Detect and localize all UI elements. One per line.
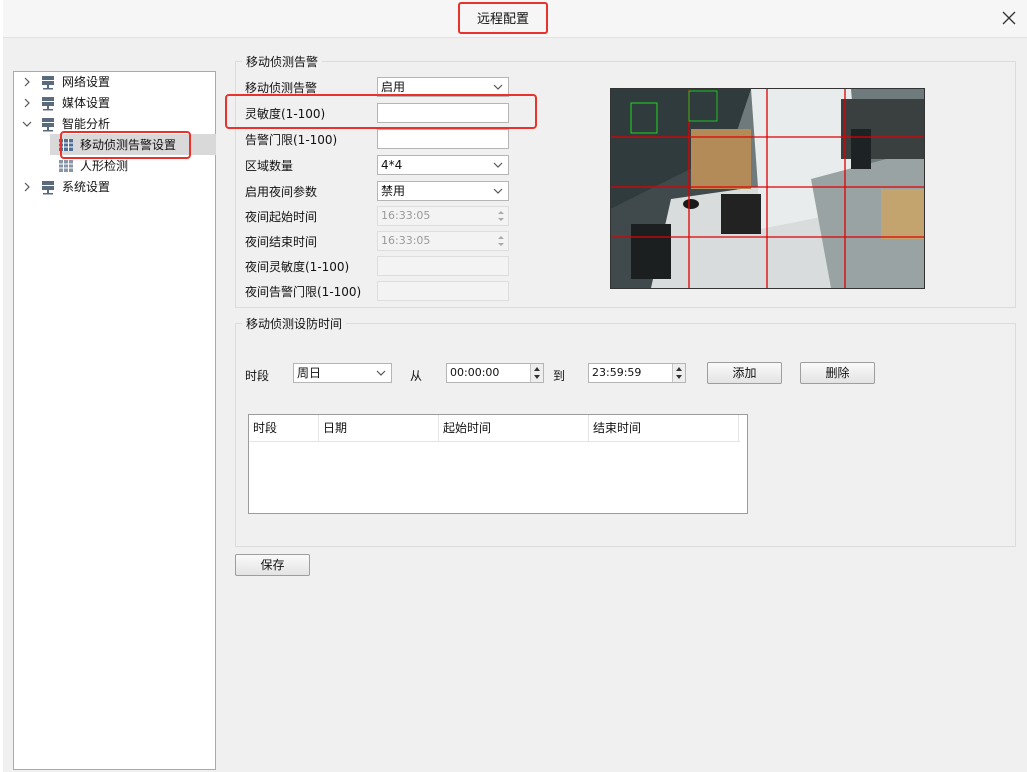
chevron-right-icon[interactable] xyxy=(20,75,34,89)
chevron-down-icon xyxy=(493,188,503,194)
spinner-arrows-icon xyxy=(676,367,682,379)
chevron-right-icon[interactable] xyxy=(20,96,34,110)
select-value: 启用 xyxy=(381,80,406,94)
annotation-highlight-box xyxy=(60,131,191,159)
add-button[interactable]: 添加 xyxy=(707,362,782,384)
select-value: 4*4 xyxy=(381,158,403,172)
chevron-down-icon[interactable] xyxy=(20,117,34,131)
tree-item-human-detection[interactable]: 人形检测 xyxy=(58,156,128,176)
tree-label: 系统设置 xyxy=(62,180,111,194)
spinner-arrows-icon xyxy=(498,236,504,246)
select-value: 周日 xyxy=(297,366,322,380)
settings-tree: 网络设置 媒体设置 智能分析 移动侦测告警设置 人形检测 系统设置 xyxy=(13,71,216,770)
column-header-date[interactable]: 日期 xyxy=(319,415,439,441)
night-threshold-label: 夜间告警门限(1-100) xyxy=(245,285,362,299)
region-count-select[interactable]: 4*4 xyxy=(377,155,509,175)
server-icon xyxy=(40,116,56,132)
night-end-time[interactable]: 16:33:05 xyxy=(377,231,509,251)
night-enable-label: 启用夜间参数 xyxy=(245,185,318,199)
group-title: 移动侦测告警 xyxy=(242,53,323,70)
annotation-highlight-box xyxy=(225,94,537,129)
tree-label: 媒体设置 xyxy=(62,96,111,110)
from-label: 从 xyxy=(410,369,423,383)
region-grid-overlay xyxy=(611,89,924,288)
time-value: 23:59:59 xyxy=(592,366,642,379)
chevron-right-icon[interactable] xyxy=(20,180,34,194)
group-title: 移动侦测设防时间 xyxy=(242,315,347,332)
spinner-arrows-icon xyxy=(534,367,540,379)
column-header-period[interactable]: 时段 xyxy=(249,415,319,441)
tree-item-media[interactable]: 媒体设置 xyxy=(20,93,110,113)
night-enable-select[interactable]: 禁用 xyxy=(377,181,509,201)
camera-preview[interactable] xyxy=(610,88,925,289)
time-value: 00:00:00 xyxy=(450,366,500,379)
tree-item-system[interactable]: 系统设置 xyxy=(20,177,110,197)
select-value: 禁用 xyxy=(381,184,406,198)
title-bar: 远程配置 xyxy=(3,0,1027,38)
to-time-input[interactable]: 23:59:59 xyxy=(588,363,686,383)
remote-config-window: 远程配置 网络设置 媒体设置 智能分析 移动侦测告警设置 人形检测 系统设置 移… xyxy=(3,0,1027,772)
tree-label: 人形检测 xyxy=(80,159,129,173)
close-icon xyxy=(1002,11,1016,25)
night-sensitivity-label: 夜间灵敏度(1-100) xyxy=(245,260,350,274)
server-icon xyxy=(40,179,56,195)
from-time-input[interactable]: 00:00:00 xyxy=(446,363,544,383)
spinner[interactable] xyxy=(672,364,685,382)
to-label: 到 xyxy=(553,369,566,383)
close-button[interactable] xyxy=(999,8,1019,28)
grid-icon xyxy=(58,158,74,174)
tree-item-network[interactable]: 网络设置 xyxy=(20,72,110,92)
region-count-label: 区域数量 xyxy=(245,159,294,173)
schedule-table[interactable]: 时段 日期 起始时间 结束时间 xyxy=(248,414,748,514)
tree-label: 网络设置 xyxy=(62,75,111,89)
chevron-down-icon xyxy=(493,162,503,168)
server-icon xyxy=(40,95,56,111)
table-header: 时段 日期 起始时间 结束时间 xyxy=(249,415,740,442)
time-value: 16:33:05 xyxy=(381,234,431,247)
night-start-label: 夜间起始时间 xyxy=(245,210,318,224)
threshold-input[interactable] xyxy=(377,129,509,149)
weekday-select[interactable]: 周日 xyxy=(293,363,392,383)
period-label: 时段 xyxy=(245,369,270,383)
time-value: 16:33:05 xyxy=(381,209,431,222)
column-header-start[interactable]: 起始时间 xyxy=(439,415,589,441)
night-end-label: 夜间结束时间 xyxy=(245,235,318,249)
threshold-label: 告警门限(1-100) xyxy=(245,133,338,147)
spinner-arrows-icon xyxy=(498,211,504,221)
night-threshold-input[interactable] xyxy=(377,281,509,301)
server-icon xyxy=(40,74,56,90)
window-title: 远程配置 xyxy=(458,2,548,34)
spinner[interactable] xyxy=(530,364,543,382)
column-header-end[interactable]: 结束时间 xyxy=(589,415,739,441)
night-start-time[interactable]: 16:33:05 xyxy=(377,206,509,226)
delete-button[interactable]: 删除 xyxy=(800,362,875,384)
save-button[interactable]: 保存 xyxy=(235,554,310,576)
chevron-down-icon xyxy=(493,84,503,90)
chevron-down-icon xyxy=(376,370,386,376)
night-sensitivity-input[interactable] xyxy=(377,256,509,276)
